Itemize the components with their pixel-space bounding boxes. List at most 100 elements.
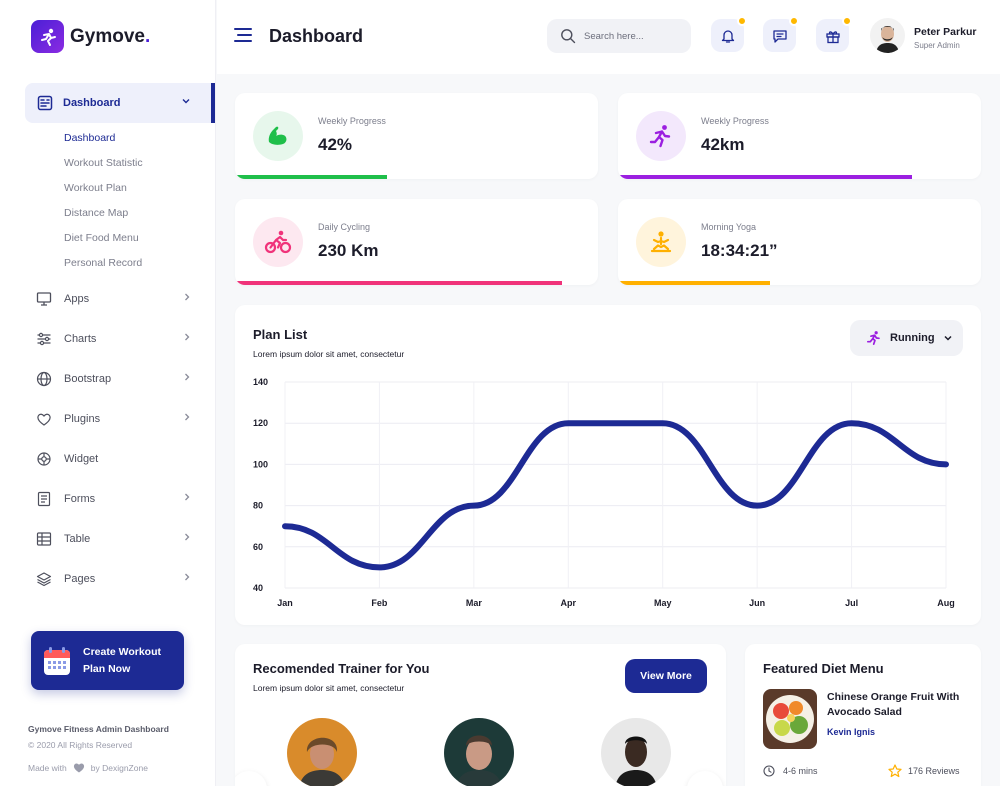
runner-icon [866, 331, 880, 346]
brand[interactable]: Gymove. [31, 20, 150, 53]
sidebar-item-label: Bootstrap [64, 373, 112, 385]
x-tick-label: Jul [845, 598, 858, 608]
bell-icon [721, 29, 734, 43]
sidebar-item-pages[interactable]: Pages [36, 569, 196, 589]
stat-card-morning-yoga: Morning Yoga 18:34:21” [618, 199, 981, 285]
trainer-avatar[interactable] [287, 718, 357, 786]
dashboard-submenu: Dashboard Workout Statistic Workout Plan… [64, 130, 143, 280]
sidebar-item-forms[interactable]: Forms [36, 489, 196, 509]
x-tick-label: Feb [371, 598, 388, 608]
sidebar-item-label: Apps [64, 293, 90, 305]
stat-label: Weekly Progress [318, 116, 386, 126]
cta-line1: Create Workout [83, 645, 161, 658]
top-header: Dashboard Peter Parkur Super Admin [217, 0, 1000, 74]
yoga-icon [636, 217, 686, 267]
diet-title: Featured Diet Menu [763, 661, 884, 676]
monitor-icon [36, 292, 52, 306]
sidebar-item-plugins[interactable]: Plugins [36, 409, 196, 429]
diet-time: 4-6 mins [763, 765, 818, 777]
plan-line-chart: 40 60 80 100 120 140 Jan Feb Mar Apr May Jun Jul Aug [253, 377, 955, 608]
plan-title: Plan List [253, 327, 308, 342]
chat-icon [772, 29, 787, 43]
page-title: Dashboard [269, 26, 364, 46]
trainers-title: Recomended Trainer for You [253, 661, 430, 676]
create-workout-button[interactable]: Create Workout Plan Now [31, 631, 184, 690]
gifts-button[interactable] [816, 16, 852, 52]
globe-icon [36, 371, 52, 387]
footer-made-suffix: by DexignZone [90, 762, 148, 773]
trainer-avatar[interactable] [444, 718, 514, 786]
sidebar-item-label: Pages [64, 573, 96, 585]
carousel-next-button[interactable] [687, 771, 723, 786]
sidebar-item-label: Forms [64, 493, 96, 505]
chevron-down-icon [182, 99, 190, 104]
heart-icon [73, 763, 84, 773]
chevron-right-icon [185, 373, 190, 381]
submenu-item-workout-statistic[interactable]: Workout Statistic [64, 155, 143, 180]
diet-image[interactable] [763, 689, 817, 749]
submenu-item-diet-food-menu[interactable]: Diet Food Menu [64, 230, 143, 255]
submenu-item-personal-record[interactable]: Personal Record [64, 255, 143, 280]
submenu-item-distance-map[interactable]: Distance Map [64, 205, 143, 230]
sidebar-item-charts[interactable]: Charts [36, 329, 196, 349]
menu-icon[interactable] [234, 27, 252, 43]
dropdown-value: Running [890, 332, 935, 344]
heart-icon [37, 413, 51, 426]
progress-bar [618, 281, 771, 285]
recommended-trainers-card: Recomended Trainer for You Lorem ipsum d… [235, 644, 726, 786]
diet-author[interactable]: Kevin Ignis [827, 727, 875, 737]
search-box[interactable] [547, 19, 691, 53]
submenu-item-workout-plan[interactable]: Workout Plan [64, 180, 143, 205]
avatar[interactable] [870, 18, 905, 53]
activity-dropdown[interactable]: Running [850, 320, 963, 356]
dashboard-icon [37, 95, 53, 111]
x-tick-label: Aug [937, 598, 955, 608]
diet-time-value: 4-6 mins [783, 766, 818, 776]
muscle-icon [253, 111, 303, 161]
search-icon [561, 29, 576, 44]
plan-list-card: Plan List Lorem ipsum dolor sit amet, co… [235, 305, 981, 625]
messages-button[interactable] [763, 16, 799, 52]
search-input[interactable] [584, 30, 684, 42]
chevron-right-icon [185, 533, 190, 541]
diet-reviews: 176 Reviews [888, 764, 960, 778]
trainer-avatar[interactable] [601, 718, 671, 786]
cycling-icon [253, 217, 303, 267]
user-name: Peter Parkur [914, 26, 977, 38]
sidebar-item-table[interactable]: Table [36, 529, 196, 549]
stat-label: Weekly Progress [701, 116, 769, 126]
notifications-button[interactable] [711, 16, 747, 52]
chevron-right-icon [185, 413, 190, 421]
stat-value: 42km [701, 135, 745, 154]
star-icon [888, 764, 902, 778]
chevron-right-icon [185, 293, 190, 301]
footer-copyright: © 2020 All Rights Reserved [28, 740, 133, 750]
featured-diet-card: Featured Diet Menu Chinese Orange Fruit … [745, 644, 981, 786]
sidebar-item-label: Widget [64, 453, 99, 465]
sidebar-item-widget[interactable]: Widget [36, 449, 196, 469]
trainers-subtitle: Lorem ipsum dolor sit amet, consectetur [253, 683, 405, 693]
sidebar-item-dashboard[interactable]: Dashboard [25, 83, 215, 123]
y-tick-label: 120 [253, 418, 268, 428]
runner-icon [636, 111, 686, 161]
sidebar-item-bootstrap[interactable]: Bootstrap [36, 369, 196, 389]
progress-bar [235, 281, 562, 285]
forms-icon [37, 491, 51, 507]
notification-dot [789, 16, 799, 26]
stat-label: Morning Yoga [701, 222, 757, 232]
notification-dot [737, 16, 747, 26]
sidebar-item-label: Dashboard [63, 97, 121, 109]
sidebar-item-apps[interactable]: Apps [36, 289, 196, 309]
notification-dot [842, 16, 852, 26]
chevron-right-icon [185, 333, 190, 341]
stat-value: 18:34:21” [701, 241, 778, 260]
diet-name[interactable]: Chinese Orange Fruit With Avocado Salad [827, 690, 967, 720]
stat-card-weekly-distance: Weekly Progress 42km [618, 93, 981, 179]
stat-card-daily-cycling: Daily Cycling 230 Km [235, 199, 598, 285]
submenu-item-dashboard[interactable]: Dashboard [64, 130, 143, 155]
view-more-button[interactable]: View More [625, 659, 707, 693]
stat-label: Daily Cycling [318, 222, 371, 232]
brand-dot: . [144, 25, 151, 47]
carousel-prev-button[interactable] [235, 771, 267, 786]
table-icon [36, 532, 52, 546]
